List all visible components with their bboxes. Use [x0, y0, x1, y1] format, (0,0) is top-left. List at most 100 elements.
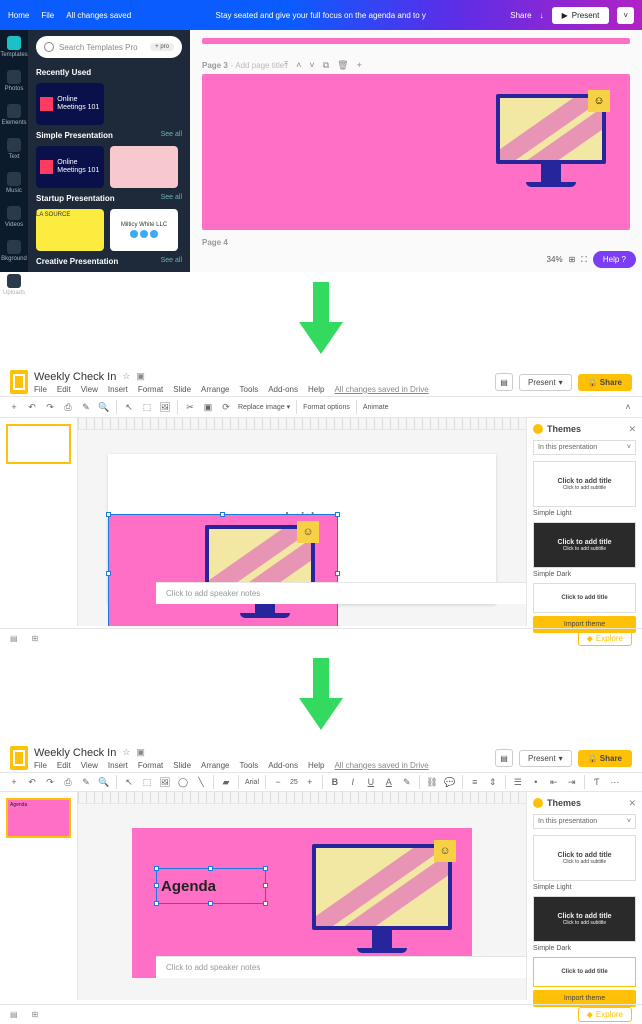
present-dropdown[interactable]: ˅ [617, 7, 634, 24]
menu-slide[interactable]: Slide [173, 385, 191, 394]
present-button[interactable]: Present ▾ [519, 374, 572, 391]
image-icon[interactable]: 🖼 [159, 776, 171, 788]
file-link[interactable]: File [41, 11, 54, 20]
rail-background[interactable]: Bkground [1, 240, 27, 262]
menu-slide[interactable]: Slide [173, 761, 191, 770]
view-filmstrip-icon[interactable]: ▤ [10, 634, 18, 643]
shape-icon[interactable]: ◯ [177, 776, 189, 788]
zoom-icon[interactable]: 🔍 [98, 401, 110, 413]
menu-insert[interactable]: Insert [108, 761, 128, 770]
comments-icon[interactable]: ▤ [495, 749, 513, 767]
bulleted-list-icon[interactable]: • [530, 776, 542, 788]
replace-image-dropdown[interactable]: Replace image ▾ [238, 403, 290, 411]
thumbnail-1-agenda[interactable]: 1Agenda [6, 798, 71, 838]
close-themes-icon[interactable]: ✕ [628, 798, 636, 809]
menu-edit[interactable]: Edit [57, 385, 71, 394]
theme-scope-dropdown[interactable]: In this presentation˅ [533, 440, 636, 455]
doc-title[interactable]: Weekly Check In [34, 747, 116, 759]
theme-card-current[interactable]: Click to add titleClick to add subtitle [533, 461, 636, 507]
page-down-icon[interactable]: ˅ [309, 60, 314, 71]
share-button[interactable]: 🔒 Share [578, 750, 632, 767]
image-icon[interactable]: 🖼 [159, 401, 171, 413]
font-family-dropdown[interactable]: Arial [245, 779, 259, 786]
move-icon[interactable]: ▣ [136, 371, 145, 382]
pasted-image-selected[interactable]: ☺ [108, 514, 338, 626]
view-grid-icon[interactable]: ⊞ [32, 1010, 39, 1019]
menu-arrange[interactable]: Arrange [201, 761, 229, 770]
menu-tools[interactable]: Tools [240, 385, 259, 394]
saved-to-drive[interactable]: All changes saved in Drive [334, 385, 428, 394]
menu-arrange[interactable]: Arrange [201, 385, 229, 394]
see-all-simple[interactable]: See all [161, 131, 182, 140]
indent-inc-icon[interactable]: ⇥ [566, 776, 578, 788]
text-color-icon[interactable]: A [383, 776, 395, 788]
redo-icon[interactable]: ↷ [44, 401, 56, 413]
line-icon[interactable]: ╲ [195, 776, 207, 788]
line-spacing-icon[interactable]: ⇕ [487, 776, 499, 788]
explore-button[interactable]: ◆ Explore [578, 631, 632, 646]
menu-addons[interactable]: Add-ons [268, 761, 298, 770]
rail-music[interactable]: Music [6, 172, 22, 194]
close-themes-icon[interactable]: ✕ [628, 424, 636, 435]
menu-file[interactable]: File [34, 385, 47, 394]
highlight-icon[interactable]: ✎ [401, 776, 413, 788]
page-add-icon[interactable]: + [357, 60, 362, 71]
zoom-icon[interactable]: 🔍 [98, 776, 110, 788]
present-button[interactable]: Present ▾ [519, 750, 572, 767]
print-icon[interactable]: ⎙ [62, 401, 74, 413]
menu-format[interactable]: Format [138, 385, 163, 394]
explore-button[interactable]: ◆ Explore [578, 1007, 632, 1022]
fill-color-icon[interactable]: ▰ [220, 776, 232, 788]
present-button[interactable]: ▶ Present [552, 7, 610, 24]
agenda-textbox-selected[interactable]: Agenda [156, 868, 266, 904]
menu-help[interactable]: Help [308, 385, 324, 394]
thumbnail-1[interactable]: 1 [6, 424, 71, 464]
theme-card-3[interactable]: Click to add title [533, 583, 636, 613]
mask-icon[interactable]: ▣ [202, 401, 214, 413]
new-slide-icon[interactable]: + [8, 776, 20, 788]
rail-uploads[interactable]: Uploads [3, 274, 25, 296]
crop-icon[interactable]: ✂ [184, 401, 196, 413]
thumb-meetings-2[interactable]: Online Meetings 101 [36, 146, 104, 188]
share-button[interactable]: 🔒 Share [578, 374, 632, 391]
menu-tools[interactable]: Tools [240, 761, 259, 770]
reset-icon[interactable]: ⟳ [220, 401, 232, 413]
move-icon[interactable]: ▣ [136, 747, 145, 758]
see-all-creative[interactable]: See all [161, 257, 182, 266]
see-all-startup[interactable]: See all [161, 194, 182, 203]
select-icon[interactable]: ↖ [123, 776, 135, 788]
undo-icon[interactable]: ↶ [26, 401, 38, 413]
rail-elements[interactable]: Elements [1, 104, 26, 126]
rail-videos[interactable]: Videos [5, 206, 23, 228]
page-up-icon[interactable]: ˄ [296, 60, 301, 71]
theme-card-dark[interactable]: Click to add titleClick to add subtitle [533, 522, 636, 568]
star-icon[interactable]: ☆ [122, 747, 130, 758]
collapse-toolbar-icon[interactable]: ˄ [622, 401, 634, 413]
menu-format[interactable]: Format [138, 761, 163, 770]
undo-icon[interactable]: ↶ [26, 776, 38, 788]
home-link[interactable]: Home [8, 11, 29, 20]
page-3-title-placeholder[interactable]: - Add page title [231, 61, 284, 70]
theme-card-dark[interactable]: Click to add titleClick to add subtitle [533, 896, 636, 942]
font-size-input[interactable]: 25 [290, 779, 298, 786]
rail-photos[interactable]: Photos [5, 70, 24, 92]
menu-view[interactable]: View [81, 385, 98, 394]
rail-text[interactable]: Text [7, 138, 21, 160]
view-filmstrip-icon[interactable]: ▤ [10, 1010, 18, 1019]
menu-help[interactable]: Help [308, 761, 324, 770]
template-search[interactable]: Search Templates Pro + pro [36, 36, 182, 58]
menu-insert[interactable]: Insert [108, 385, 128, 394]
page-delete-icon[interactable]: 🗑 [337, 60, 348, 71]
theme-scope-dropdown[interactable]: In this presentation˅ [533, 814, 636, 829]
link-icon[interactable]: ⛓ [426, 776, 438, 788]
align-icon[interactable]: ≡ [469, 776, 481, 788]
thumb-milticy[interactable]: Milticy White LLC [110, 209, 178, 251]
view-grid-icon[interactable]: ⊞ [32, 634, 39, 643]
textbox-icon[interactable]: ⬚ [141, 776, 153, 788]
numbered-list-icon[interactable]: ☰ [512, 776, 524, 788]
italic-icon[interactable]: I [347, 776, 359, 788]
comments-icon[interactable]: ▤ [495, 373, 513, 391]
menu-edit[interactable]: Edit [57, 761, 71, 770]
slide-2-edge[interactable] [202, 38, 630, 44]
download-icon[interactable]: ↓ [540, 11, 544, 20]
